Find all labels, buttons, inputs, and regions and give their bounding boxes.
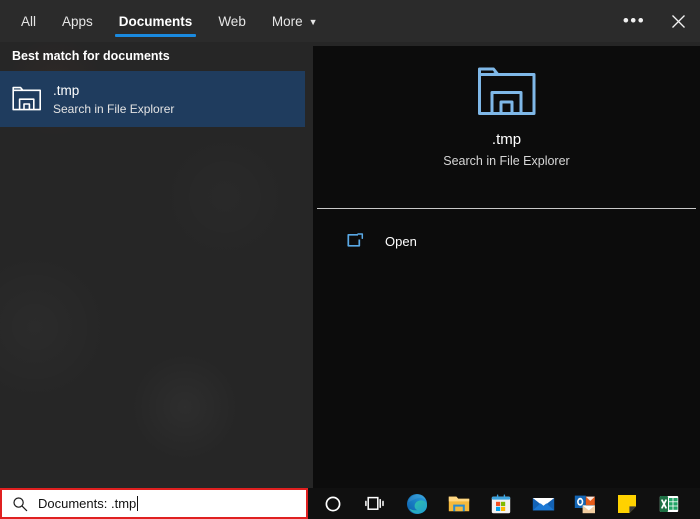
file-explorer-icon [448, 496, 470, 512]
results-column: Best match for documents .tmp Search in … [0, 42, 308, 488]
taskbar-item-outlook[interactable] [564, 488, 606, 519]
acrylic-blob [160, 132, 290, 262]
result-text-wrap: .tmp Search in File Explorer [53, 82, 174, 117]
tab-documents[interactable]: Documents [106, 0, 206, 42]
preview-pane: .tmp Search in File Explorer Open [313, 46, 700, 488]
action-icon-wrap [333, 233, 377, 249]
tab-all-label: All [21, 13, 37, 29]
tab-apps[interactable]: Apps [49, 0, 106, 42]
acrylic-blob [0, 252, 110, 402]
tab-more-label: More [271, 13, 303, 29]
taskbar-item-cortana[interactable] [312, 488, 354, 519]
window-controls: ••• [612, 0, 700, 42]
acrylic-blob [130, 352, 240, 462]
result-icon-wrap [5, 86, 49, 112]
outlook-icon [574, 495, 595, 513]
tab-web-label: Web [218, 13, 246, 29]
close-button[interactable] [656, 0, 700, 42]
taskbar-item-file-explorer[interactable] [438, 488, 480, 519]
preview-title: .tmp [491, 131, 522, 148]
result-subtitle: Search in File Explorer [53, 101, 175, 116]
tab-more[interactable]: More ▼ [259, 0, 331, 42]
tab-documents-label: Documents [118, 13, 193, 29]
open-external-icon [346, 233, 363, 247]
tab-all[interactable]: All [8, 0, 49, 42]
action-open-label: Open [385, 233, 417, 249]
search-flyout: All Apps Documents Web More ▼ ••• Best m… [0, 0, 700, 488]
file-explorer-search-folder-icon [12, 86, 41, 111]
taskbar-item-task-view[interactable] [354, 488, 396, 519]
microsoft-edge-icon [407, 493, 427, 514]
best-match-section-label: Best match for documents [12, 49, 170, 63]
tab-web[interactable]: Web [205, 0, 259, 42]
taskbar-item-microsoft-edge[interactable] [396, 488, 438, 519]
preview-hero: .tmp Search in File Explorer [313, 46, 700, 202]
taskbar: Documents: .tmp [0, 488, 700, 519]
task-view-icon [365, 496, 384, 510]
result-title: .tmp [53, 82, 80, 98]
chevron-down-icon: ▼ [308, 16, 318, 27]
screen: All Apps Documents Web More ▼ ••• Best m… [0, 0, 700, 519]
preview-divider [317, 208, 696, 209]
action-open[interactable]: Open [313, 222, 700, 260]
taskbar-pinned-icons [312, 488, 690, 519]
tab-apps-label: Apps [62, 13, 93, 29]
file-explorer-folder-icon [477, 67, 535, 115]
search-input-value[interactable]: Documents: .tmp [38, 496, 136, 511]
filter-tabs: All Apps Documents Web More ▼ [8, 0, 331, 42]
close-icon [671, 14, 685, 28]
taskbar-item-microsoft-store[interactable] [480, 488, 522, 519]
more-options-button[interactable]: ••• [612, 0, 656, 42]
taskbar-item-mail[interactable] [522, 488, 564, 519]
sticky-notes-icon [618, 494, 636, 513]
excel-icon [659, 495, 679, 512]
ellipsis-icon: ••• [622, 10, 646, 30]
preview-subtitle: Search in File Explorer [443, 154, 570, 168]
taskbar-item-excel[interactable] [648, 488, 690, 519]
search-header: All Apps Documents Web More ▼ ••• [0, 0, 700, 42]
mail-icon [532, 498, 554, 511]
taskbar-item-sticky-notes[interactable] [606, 488, 648, 519]
search-magnifier-icon [12, 496, 28, 512]
result-item-best-match[interactable]: .tmp Search in File Explorer [0, 71, 305, 127]
text-cursor [137, 496, 139, 511]
microsoft-store-icon [491, 494, 511, 513]
taskbar-search-box[interactable]: Documents: .tmp [0, 488, 308, 519]
cortana-icon [325, 496, 341, 511]
